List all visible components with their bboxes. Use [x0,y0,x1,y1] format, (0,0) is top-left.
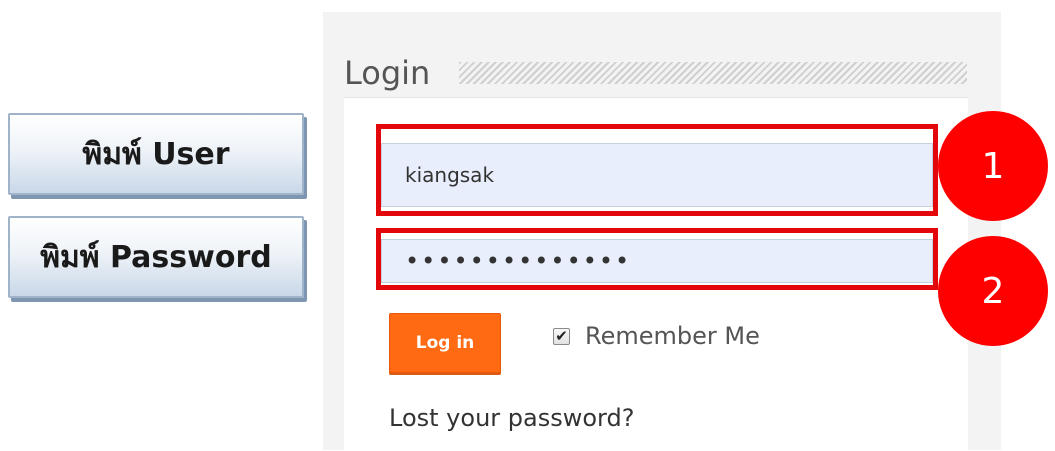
login-button-label: Log in [415,333,475,353]
remember-me-label: Remember Me [585,322,760,350]
step-badge-2-number: 2 [981,270,1005,312]
remember-me-row: ✔ Remember Me [553,322,760,350]
widget-title: Login [344,54,431,92]
step-label-user: พิมพ์ User [8,113,304,195]
remember-me-checkbox[interactable]: ✔ [553,326,570,345]
login-button[interactable]: Log in [389,313,501,373]
step-badge-1-number: 1 [981,145,1005,187]
step-badge-1: 1 [938,111,1048,221]
lost-password-link[interactable]: Lost your password? [389,404,634,432]
checkmark-icon: ✔ [555,326,568,345]
step-badge-2: 2 [938,236,1048,346]
step-label-password: พิมพ์ Password [8,216,304,298]
login-widget: Login [323,12,1001,451]
step-label-password-text: พิมพ์ Password [40,239,272,275]
username-input[interactable] [381,143,933,207]
title-stripes-decoration [459,62,967,84]
step-label-user-text: พิมพ์ User [82,136,230,172]
password-input[interactable] [381,239,933,283]
